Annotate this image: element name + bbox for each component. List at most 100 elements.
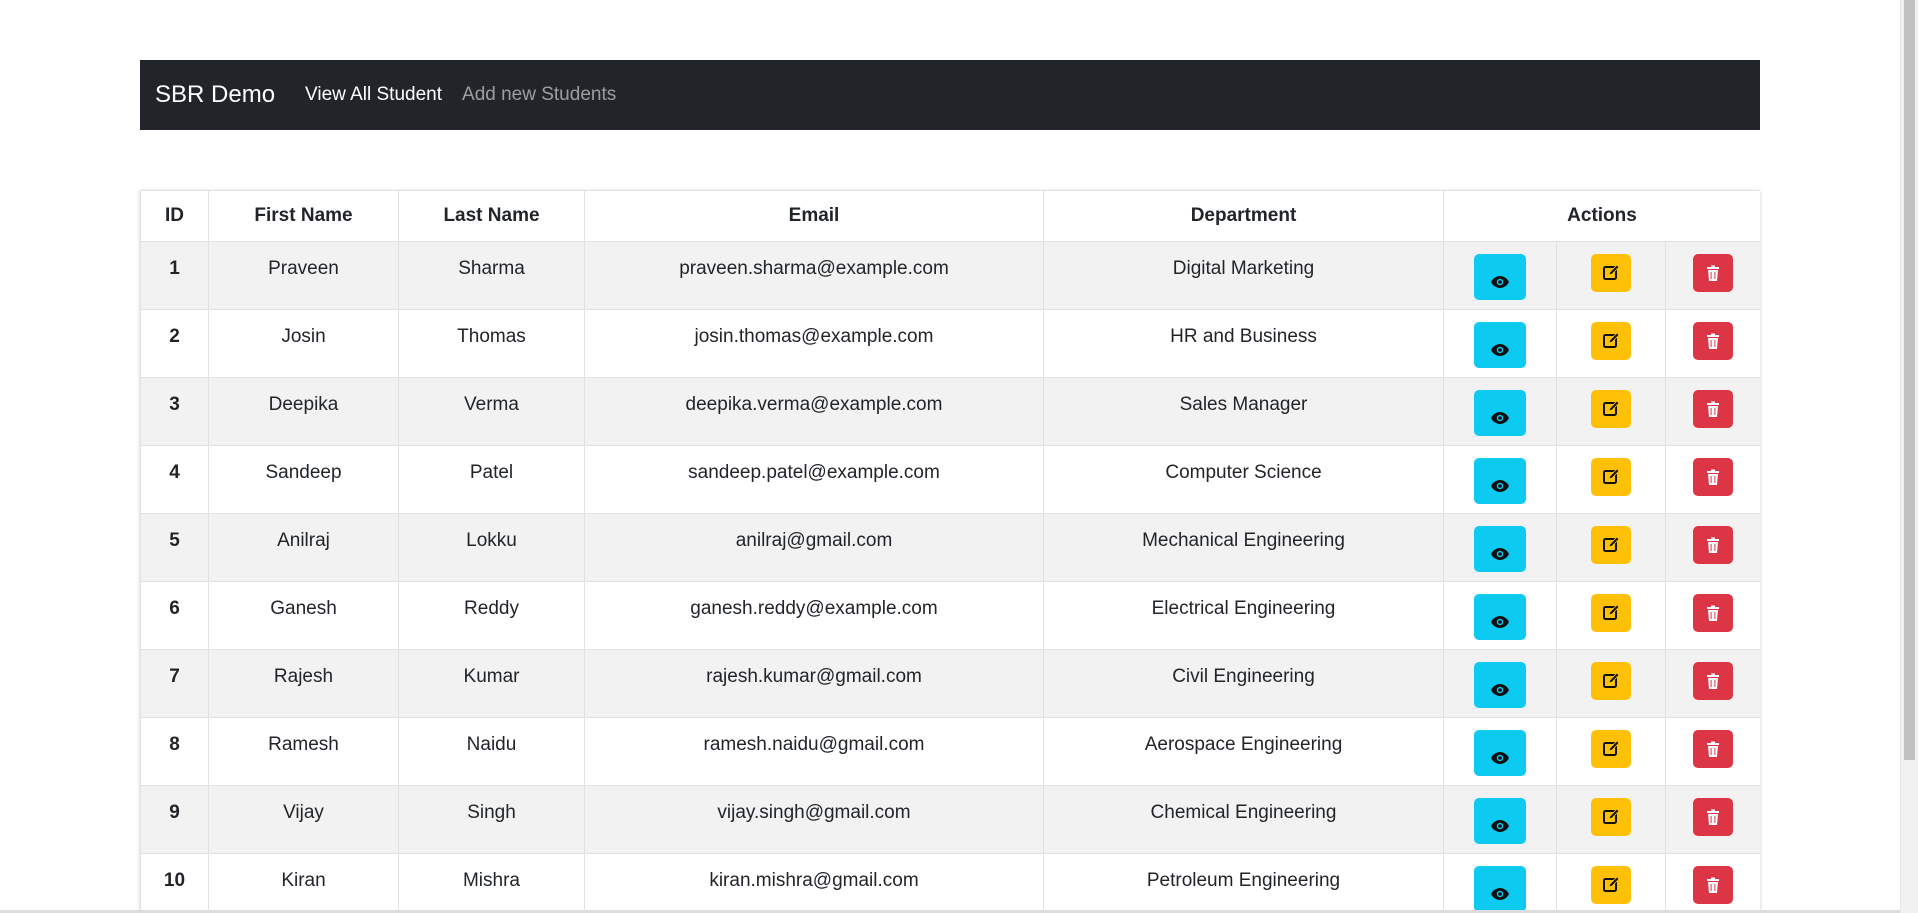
table-row: 5 Anilraj Lokku anilraj@gmail.com Mechanical… [140,513,1760,582]
navbar-brand[interactable]: SBR Demo [155,81,275,109]
cell-first-name: Josin [208,309,399,378]
cell-edit-action [1556,581,1666,650]
delete-button[interactable] [1693,390,1733,428]
edit-icon [1602,264,1620,282]
cell-delete-action [1665,377,1760,446]
view-button[interactable] [1474,866,1526,912]
cell-last-name: Thomas [398,309,585,378]
cell-email: rajesh.kumar@gmail.com [584,649,1044,718]
nav-link-add-new-students[interactable]: Add new Students [462,84,616,106]
edit-icon [1602,740,1620,758]
cell-first-name: Deepika [208,377,399,446]
edit-button[interactable] [1591,662,1631,700]
trash-icon [1706,333,1720,350]
cell-email: josin.thomas@example.com [584,309,1044,378]
students-table: ID First Name Last Name Email Department… [140,190,1760,913]
cell-last-name: Mishra [398,853,585,913]
delete-button[interactable] [1693,458,1733,496]
view-button[interactable] [1474,526,1526,572]
cell-email: vijay.singh@gmail.com [584,785,1044,854]
cell-delete-action [1665,309,1760,378]
view-button[interactable] [1474,798,1526,844]
cell-first-name: Kiran [208,853,399,913]
delete-button[interactable] [1693,594,1733,632]
delete-button[interactable] [1693,254,1733,292]
cell-first-name: Rajesh [208,649,399,718]
view-button[interactable] [1474,254,1526,300]
view-button[interactable] [1474,458,1526,504]
cell-department: Digital Marketing [1043,241,1444,310]
view-button[interactable] [1474,322,1526,368]
cell-delete-action [1665,581,1760,650]
cell-last-name: Patel [398,445,585,514]
edit-button[interactable] [1591,594,1631,632]
delete-button[interactable] [1693,322,1733,360]
cell-department: Chemical Engineering [1043,785,1444,854]
cell-view-action [1443,241,1557,310]
view-button[interactable] [1474,390,1526,436]
navbar: SBR Demo View All Student Add new Studen… [140,60,1760,130]
cell-view-action [1443,649,1557,718]
eye-icon [1490,333,1510,357]
cell-view-action [1443,853,1557,913]
cell-department: Civil Engineering [1043,649,1444,718]
cell-id: 9 [140,785,209,854]
trash-icon [1706,469,1720,486]
table-row: 1 Praveen Sharma praveen.sharma@example.com… [140,241,1760,310]
cell-department: Computer Science [1043,445,1444,514]
delete-button[interactable] [1693,662,1733,700]
edit-icon [1602,808,1620,826]
eye-icon [1490,741,1510,765]
trash-icon [1706,877,1720,894]
cell-edit-action [1556,445,1666,514]
edit-button[interactable] [1591,526,1631,564]
edit-button[interactable] [1591,730,1631,768]
view-button[interactable] [1474,662,1526,708]
cell-first-name: Praveen [208,241,399,310]
cell-delete-action [1665,853,1760,913]
edit-icon [1602,468,1620,486]
cell-edit-action [1556,309,1666,378]
edit-button[interactable] [1591,866,1631,904]
cell-edit-action [1556,853,1666,913]
table-header-row: ID First Name Last Name Email Department… [140,190,1760,242]
trash-icon [1706,265,1720,282]
edit-button[interactable] [1591,254,1631,292]
table-row: 3 Deepika Verma deepika.verma@example.com Sa… [140,377,1760,446]
eye-icon [1490,265,1510,289]
cell-last-name: Verma [398,377,585,446]
cell-department: Mechanical Engineering [1043,513,1444,582]
delete-button[interactable] [1693,526,1733,564]
cell-edit-action [1556,649,1666,718]
delete-button[interactable] [1693,730,1733,768]
cell-id: 2 [140,309,209,378]
header-last-name: Last Name [398,190,585,242]
vertical-scrollbar[interactable] [1900,0,1918,913]
cell-edit-action [1556,377,1666,446]
delete-button[interactable] [1693,798,1733,836]
cell-last-name: Singh [398,785,585,854]
cell-view-action [1443,377,1557,446]
delete-button[interactable] [1693,866,1733,904]
cell-email: praveen.sharma@example.com [584,241,1044,310]
nav-link-view-all-student[interactable]: View All Student [305,84,442,106]
cell-first-name: Sandeep [208,445,399,514]
scrollbar-thumb[interactable] [1904,0,1915,760]
eye-icon [1490,469,1510,493]
header-actions: Actions [1443,190,1760,242]
edit-button[interactable] [1591,798,1631,836]
cell-email: deepika.verma@example.com [584,377,1044,446]
eye-icon [1490,673,1510,697]
view-button[interactable] [1474,594,1526,640]
trash-icon [1706,741,1720,758]
view-button[interactable] [1474,730,1526,776]
cell-department: Electrical Engineering [1043,581,1444,650]
cell-first-name: Vijay [208,785,399,854]
edit-button[interactable] [1591,390,1631,428]
edit-icon [1602,400,1620,418]
table-row: 2 Josin Thomas josin.thomas@example.com HR a… [140,309,1760,378]
header-first-name: First Name [208,190,399,242]
edit-button[interactable] [1591,322,1631,360]
edit-icon [1602,672,1620,690]
edit-button[interactable] [1591,458,1631,496]
